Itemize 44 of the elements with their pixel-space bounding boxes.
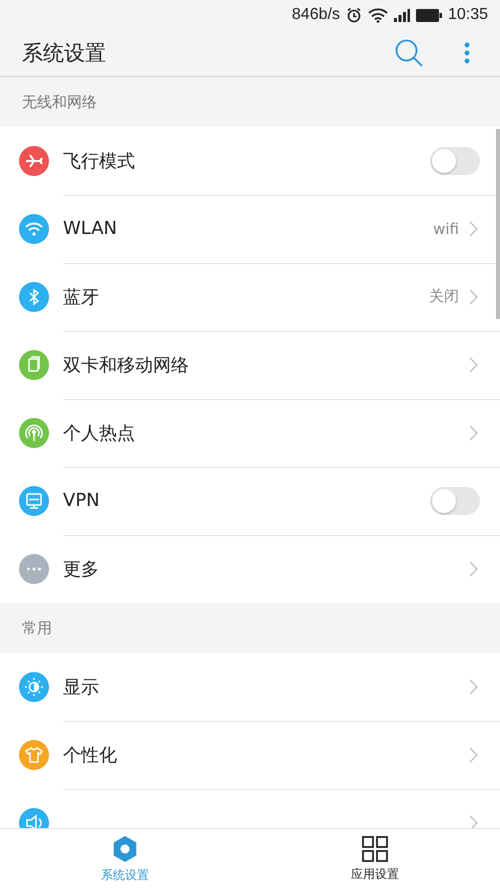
settings-row[interactable]: WLAN wifi [0,195,500,263]
nav-tab[interactable]: 应用设置 [250,829,500,889]
row-label: VPN [63,490,101,511]
grid-icon [362,836,388,862]
row-value: 关闭 [429,287,459,306]
section-header: 常用 [22,618,52,638]
row-label: 个人热点 [63,422,136,444]
clock-time: 10:35 [448,6,488,24]
row-value: wifi [433,220,459,238]
row-label: 蓝牙 [63,286,100,308]
chevron-icon [469,678,478,694]
chevron-icon [469,561,478,577]
gear-icon [111,834,139,862]
search-icon[interactable] [394,38,424,68]
chevron-icon [469,815,478,828]
toggle-switch[interactable] [430,146,480,174]
settings-row[interactable]: 个人热点 [0,399,500,467]
chevron-icon [469,356,478,372]
row-label: WLAN [63,218,118,239]
page-title: 系统设置 [22,40,107,67]
chevron-icon [469,746,478,762]
chevron-icon [469,288,478,304]
chevron-icon [469,424,478,440]
section-header: 无线和网络 [22,92,97,112]
battery-icon [416,8,442,22]
settings-row[interactable]: 蓝牙 关闭 [0,263,500,331]
settings-row[interactable]: 个性化 [0,721,500,789]
row-label: 更多 [63,558,100,581]
settings-row[interactable]: 飞行模式 [0,127,500,195]
wifi-signal-icon [368,8,388,22]
row-label: 双卡和移动网络 [63,354,190,376]
row-label: 个性化 [63,744,118,766]
settings-row[interactable]: VPN [0,467,500,535]
settings-row[interactable]: 显示 [0,653,500,721]
row-label: 飞行模式 [63,150,136,172]
settings-row[interactable]: 双卡和移动网络 [0,331,500,399]
alarm-icon [346,7,362,23]
cell-signal-icon [394,8,410,22]
chevron-icon [469,220,478,236]
network-speed: 846b/s [292,6,340,24]
row-label: 显示 [63,676,100,698]
toggle-switch[interactable] [430,486,480,514]
overflow-menu-icon[interactable] [464,42,470,64]
settings-row[interactable]: 更多 [0,535,500,603]
